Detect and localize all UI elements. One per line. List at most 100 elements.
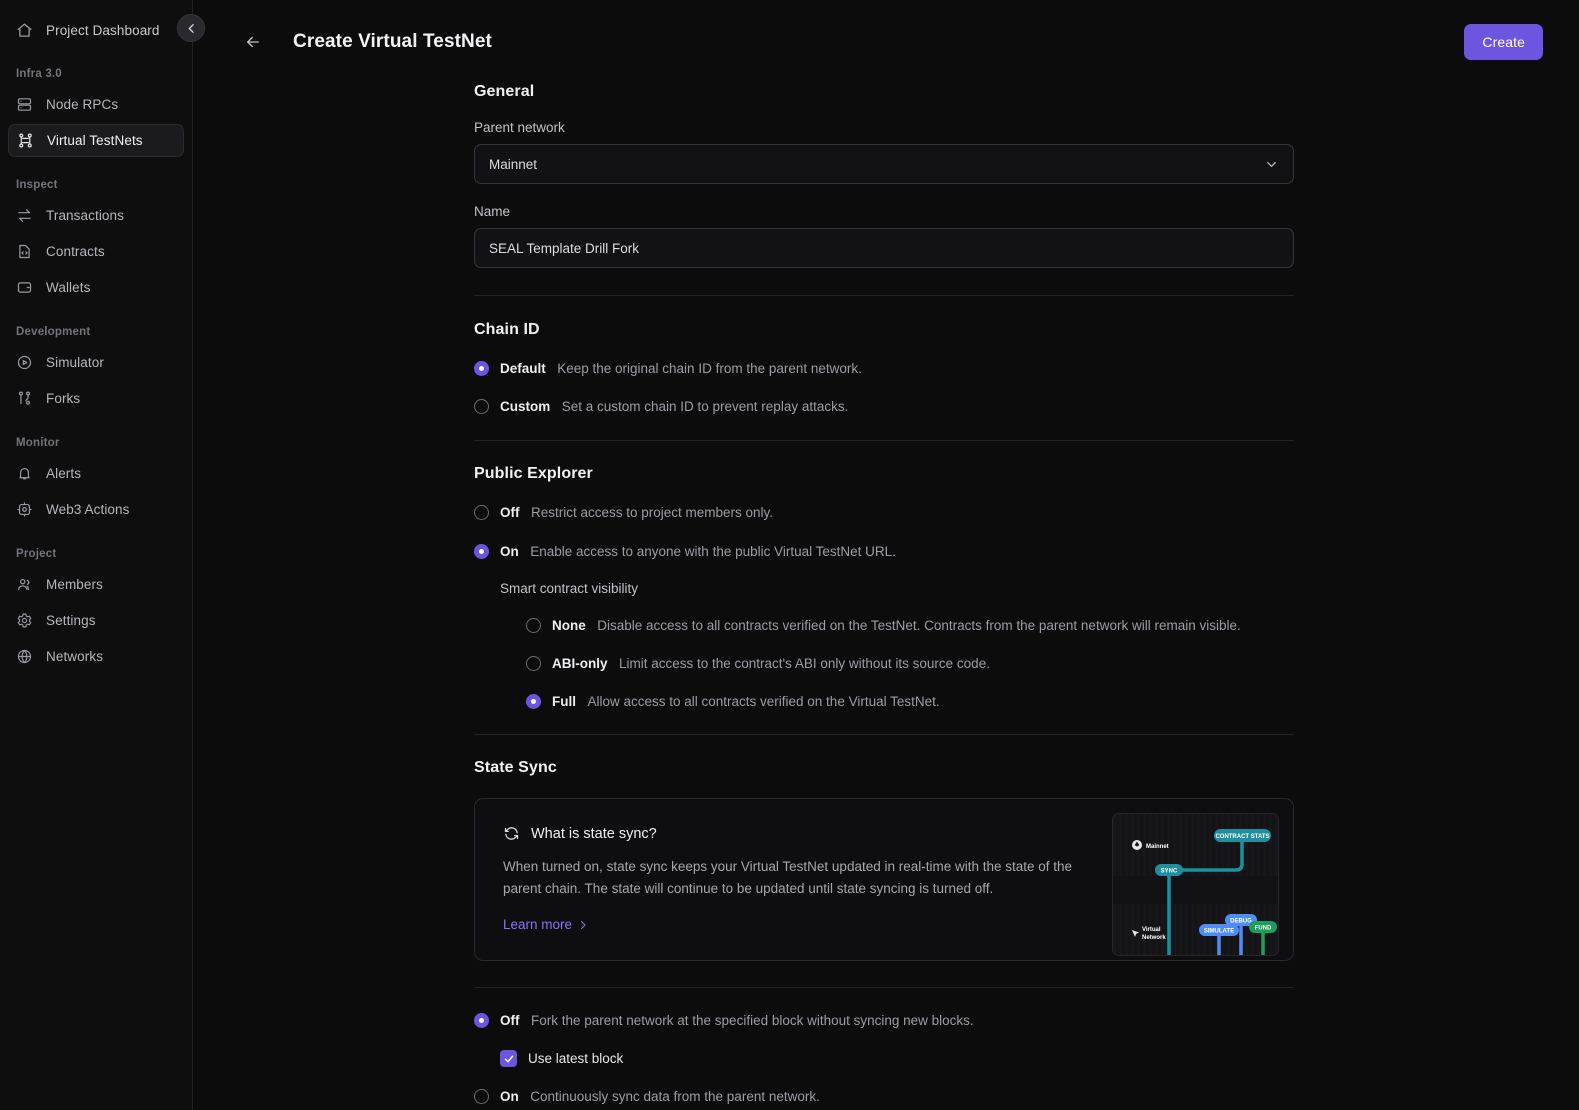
state-sync-body-text: When turned on, state sync keeps your Vi… [503,859,1073,896]
sidebar-item-label: Contracts [46,244,105,259]
radio-indicator[interactable] [474,361,489,376]
sidebar-item-project-dashboard[interactable]: Project Dashboard [0,14,192,46]
sidebar-item-label: Forks [46,391,81,406]
sidebar-item-label: Transactions [46,208,124,223]
smart-contract-visibility-label: Smart contract visibility [500,581,639,596]
back-button[interactable] [242,31,264,53]
sidebar-item-label: Simulator [46,355,104,370]
sidebar-group-label: Development [16,326,91,338]
section-title-general: General [474,83,535,100]
radio-label: Custom [500,399,551,414]
sidebar-item-simulator[interactable]: Simulator [8,346,184,379]
arrow-left-icon [244,33,262,51]
state-sync-diagram: Mainnet Virtual Network CONTRACT STATS S… [1113,814,1278,955]
sidebar-item-label: Members [46,577,103,592]
sidebar-collapse-button[interactable] [177,14,205,42]
sidebar-item-settings[interactable]: Settings [8,604,184,637]
sidebar-item-wallets[interactable]: Wallets [8,271,184,304]
use-latest-block-label: Use latest block [528,1051,624,1066]
home-icon [16,22,33,39]
state-sync-question-text: What is state sync? [531,825,657,842]
page-title: Create Virtual TestNet [293,30,492,52]
sidebar-item-label: Alerts [46,466,82,481]
state-sync-info-card: What is state sync? When turned on, stat… [474,798,1294,961]
play-circle-icon [16,354,33,371]
divider [474,734,1294,735]
radio-label: None [552,618,586,633]
git-fork-icon [16,390,33,407]
parent-network-select[interactable]: Mainnet [474,144,1294,184]
public-explorer-option-off[interactable]: Off Restrict access to project members o… [474,504,1294,521]
chain-id-option-default[interactable]: Default Keep the original chain ID from … [474,360,1294,377]
chevron-down-icon [1264,157,1279,172]
chip-icon [16,501,33,518]
radio-description: Allow access to all contracts verified o… [587,694,940,709]
radio-description: Keep the original chain ID from the pare… [557,361,862,376]
refresh-icon [503,825,520,842]
sidebar-item-label: Virtual TestNets [47,133,143,148]
illustration-virtual-label-1: Virtual [1142,927,1161,933]
sidebar-item-label: Wallets [46,280,91,295]
radio-label: On [500,544,519,559]
sidebar-item-label: Settings [46,613,96,628]
parent-network-label: Parent network [474,120,565,135]
radio-description: Disable access to all contracts verified… [597,618,1241,633]
learn-more-label: Learn more [503,917,573,932]
sidebar-item-contracts[interactable]: Contracts [8,235,184,268]
sidebar-item-virtual-testnets[interactable]: Virtual TestNets [8,124,184,157]
sidebar-item-node-rpcs[interactable]: Node RPCs [8,88,184,121]
radio-indicator[interactable] [474,399,489,414]
checkbox-indicator[interactable] [500,1050,517,1067]
state-sync-option-on[interactable]: On Continuously sync data from the paren… [474,1088,1294,1105]
section-title-state-sync: State Sync [474,759,557,776]
radio-description: Set a custom chain ID to prevent replay … [561,399,849,414]
transfer-arrows-icon [16,207,33,224]
illustration-node-sync: SYNC [1161,869,1178,875]
radio-indicator[interactable] [474,1013,489,1028]
visibility-option-none[interactable]: None Disable access to all contracts ver… [526,617,1294,634]
radio-description: Continuously sync data from the parent n… [530,1089,820,1104]
sidebar-item-label: Networks [46,649,104,664]
sidebar-item-alerts[interactable]: Alerts [8,457,184,490]
sidebar-item-label: Web3 Actions [46,502,130,517]
sidebar-item-networks[interactable]: Networks [8,640,184,673]
wallet-icon [16,279,33,296]
radio-label: Full [552,694,576,709]
chain-id-option-custom[interactable]: Custom Set a custom chain ID to prevent … [474,398,1294,415]
divider [474,440,1294,441]
create-testnet-form: General Parent network Mainnet Name SEAL… [474,83,1294,1110]
radio-description: Enable access to anyone with the public … [530,544,896,559]
illustration-node-debug: DEBUG [1230,919,1252,925]
sidebar-group-label: Monitor [16,437,60,449]
file-code-icon [16,243,33,260]
server-icon [16,96,33,113]
visibility-option-abi-only[interactable]: ABI-only Limit access to the contract's … [526,655,1294,672]
state-sync-option-off[interactable]: Off Fork the parent network at the speci… [474,1012,1294,1029]
illustration-virtual-label-2: Network [1142,935,1166,941]
radio-indicator[interactable] [474,1089,489,1104]
radio-indicator[interactable] [526,656,541,671]
radio-indicator[interactable] [474,544,489,559]
radio-label: ABI-only [552,656,608,671]
public-explorer-option-on[interactable]: On Enable access to anyone with the publ… [474,543,1294,560]
sidebar-item-transactions[interactable]: Transactions [8,199,184,232]
create-button[interactable]: Create [1464,23,1543,60]
sidebar-item-members[interactable]: Members [8,568,184,601]
check-icon [503,1053,515,1065]
page-header: Create Virtual TestNet Create [193,0,1579,83]
sidebar-item-web3-actions[interactable]: Web3 Actions [8,493,184,526]
radio-indicator[interactable] [526,618,541,633]
network-fork-icon [17,132,34,149]
visibility-option-full[interactable]: Full Allow access to all contracts verif… [526,693,1294,710]
use-latest-block-checkbox[interactable]: Use latest block [500,1050,1294,1067]
state-sync-illustration: Mainnet Virtual Network CONTRACT STATS S… [1112,813,1279,956]
learn-more-link[interactable]: Learn more [503,917,589,932]
illustration-node-contract-stats: CONTRACT STATS [1215,834,1269,840]
radio-indicator[interactable] [526,694,541,709]
sidebar-item-forks[interactable]: Forks [8,382,184,415]
radio-indicator[interactable] [474,505,489,520]
radio-label: Off [500,505,520,520]
name-input[interactable]: SEAL Template Drill Fork [474,228,1294,268]
sidebar: Project Dashboard Infra 3.0 Node RPCs Vi… [0,0,205,1110]
divider [474,295,1294,296]
